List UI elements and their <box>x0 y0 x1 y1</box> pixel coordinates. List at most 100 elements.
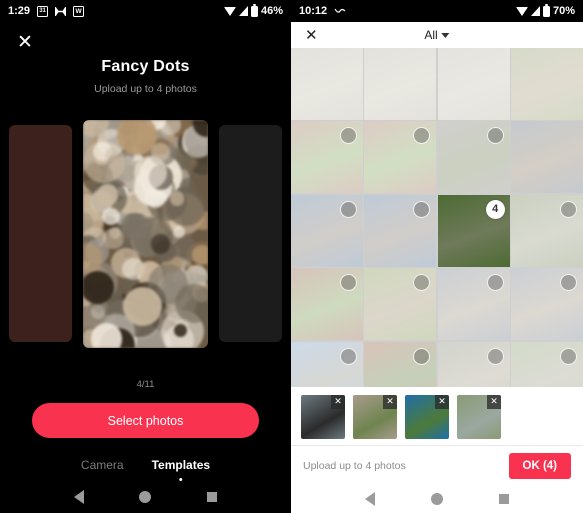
photo-cell[interactable] <box>511 341 583 387</box>
active-tab-indicator <box>179 477 183 481</box>
signal-icon <box>238 6 248 16</box>
status-left-group: 1:29 31 W <box>8 5 85 17</box>
cat-on-grass-thumbnail <box>511 48 583 120</box>
dual-screenshot: 1:29 31 W 46% ✕ Fancy Dots Upload up to … <box>0 0 583 513</box>
photo-cell[interactable] <box>511 121 583 194</box>
white-bird-on-pavement-thumbnail <box>291 48 363 120</box>
signal-icon <box>530 6 540 16</box>
battery-icon <box>542 3 550 17</box>
remove-thumbnail-icon[interactable]: ✕ <box>331 394 345 409</box>
home-button[interactable] <box>431 493 443 505</box>
photo-cell[interactable] <box>364 268 437 340</box>
photo-cell[interactable] <box>364 194 437 267</box>
right-status-bar: 10:12 70% <box>291 0 583 22</box>
photo-cell[interactable]: 4 <box>437 194 510 267</box>
wifi-icon <box>223 6 236 16</box>
carousel-counter: 4/11 <box>136 379 155 390</box>
selection-checkbox[interactable] <box>413 347 431 365</box>
left-android-nav-bar <box>0 481 291 513</box>
album-dropdown[interactable]: All <box>424 28 450 42</box>
picker-footer: Upload up to 4 photos OK (4) <box>291 445 583 485</box>
tab-camera[interactable]: Camera <box>81 458 124 481</box>
photo-cell[interactable] <box>364 341 437 387</box>
white-bird-on-pavement-thumbnail <box>364 48 437 120</box>
remove-thumbnail-icon[interactable]: ✕ <box>383 394 397 409</box>
carousel-card-next[interactable] <box>219 125 282 342</box>
close-icon[interactable]: ✕ <box>12 29 38 55</box>
selected-thumbnails-strip: ✕ ✕ ✕ ✕ <box>291 387 583 445</box>
calendar-icon: 31 <box>37 5 49 17</box>
chevron-down-icon <box>441 32 450 38</box>
status-right-group-right: 70% <box>515 3 575 17</box>
album-dropdown-label: All <box>424 28 438 42</box>
upload-hint: Upload up to 4 photos <box>303 459 406 472</box>
photo-cell[interactable] <box>437 48 510 120</box>
selected-thumbnail[interactable]: ✕ <box>301 394 345 439</box>
wifi-icon <box>515 6 528 16</box>
photo-grid: 4 <box>291 48 583 387</box>
photo-cell[interactable] <box>437 121 510 194</box>
status-clock-right: 10:12 <box>299 5 328 17</box>
selected-thumbnail[interactable]: ✕ <box>457 394 501 439</box>
status-clock: 1:29 <box>8 5 31 17</box>
photo-cell[interactable] <box>291 121 363 194</box>
right-android-nav-bar <box>291 485 583 513</box>
photo-cell[interactable] <box>511 48 583 120</box>
ok-button[interactable]: OK (4) <box>508 452 571 479</box>
photo-cell[interactable] <box>511 194 583 267</box>
selected-thumbnail[interactable]: ✕ <box>353 394 397 439</box>
back-button[interactable] <box>365 492 375 506</box>
selection-badge[interactable]: 4 <box>485 199 505 219</box>
close-icon[interactable]: ✕ <box>305 28 318 43</box>
recents-button[interactable] <box>499 494 509 504</box>
template-title: Fancy Dots <box>101 58 190 75</box>
battery-icon <box>250 3 258 17</box>
trash-bins-with-cat-thumbnail <box>511 121 583 194</box>
home-button[interactable] <box>139 491 152 503</box>
left-status-bar: 1:29 31 W 46% <box>0 0 291 22</box>
photo-cell[interactable] <box>364 48 437 120</box>
photo-cell[interactable] <box>511 268 583 340</box>
wordpress-icon: W <box>73 5 85 17</box>
carousel-card-current[interactable] <box>83 119 208 348</box>
wave-icon <box>334 6 346 17</box>
battery-percent-right: 70% <box>552 5 575 17</box>
selection-checkbox[interactable] <box>486 274 504 292</box>
select-photos-button[interactable]: Select photos <box>32 403 259 438</box>
selection-checkbox[interactable] <box>413 200 431 218</box>
white-bird-on-pavement-thumbnail <box>437 48 510 120</box>
messages-icon <box>55 6 67 17</box>
template-subtitle: Upload up to 4 photos <box>94 83 197 95</box>
status-left-group-right: 10:12 <box>299 5 346 17</box>
selection-checkbox[interactable] <box>486 347 504 365</box>
photo-cell[interactable] <box>291 48 363 120</box>
selected-thumbnail[interactable]: ✕ <box>405 394 449 439</box>
remove-thumbnail-icon[interactable]: ✕ <box>487 394 501 409</box>
selection-checkbox[interactable] <box>560 347 577 365</box>
fancy-dots-preview <box>83 119 208 348</box>
selection-checkbox[interactable] <box>339 274 357 292</box>
photo-cell[interactable] <box>364 121 437 194</box>
selection-checkbox[interactable] <box>339 200 357 218</box>
remove-thumbnail-icon[interactable]: ✕ <box>435 394 449 409</box>
photo-cell[interactable] <box>291 194 363 267</box>
carousel-card-previous[interactable] <box>9 125 72 342</box>
tab-templates[interactable]: Templates <box>152 458 210 481</box>
photo-grid-scroll[interactable]: 4 <box>291 48 583 387</box>
photo-cell[interactable] <box>437 341 510 387</box>
status-right-group: 46% <box>223 3 283 17</box>
back-button[interactable] <box>73 490 84 504</box>
selection-checkbox[interactable] <box>486 127 504 145</box>
left-header: ✕ <box>0 22 291 62</box>
selection-checkbox[interactable] <box>560 200 577 218</box>
picker-header: ✕ All <box>291 22 583 48</box>
selection-checkbox[interactable] <box>339 347 357 365</box>
photo-cell[interactable] <box>437 268 510 340</box>
photo-cell[interactable] <box>291 341 363 387</box>
right-phone-screen: 10:12 70% ✕ All 4 ✕ ✕ ✕ ✕ Upload up to 4… <box>291 0 583 513</box>
selection-checkbox[interactable] <box>560 274 577 292</box>
bottom-tabs: Camera Templates <box>0 458 291 481</box>
photo-cell[interactable] <box>291 268 363 340</box>
recents-button[interactable] <box>207 492 218 502</box>
template-carousel[interactable] <box>0 97 291 370</box>
